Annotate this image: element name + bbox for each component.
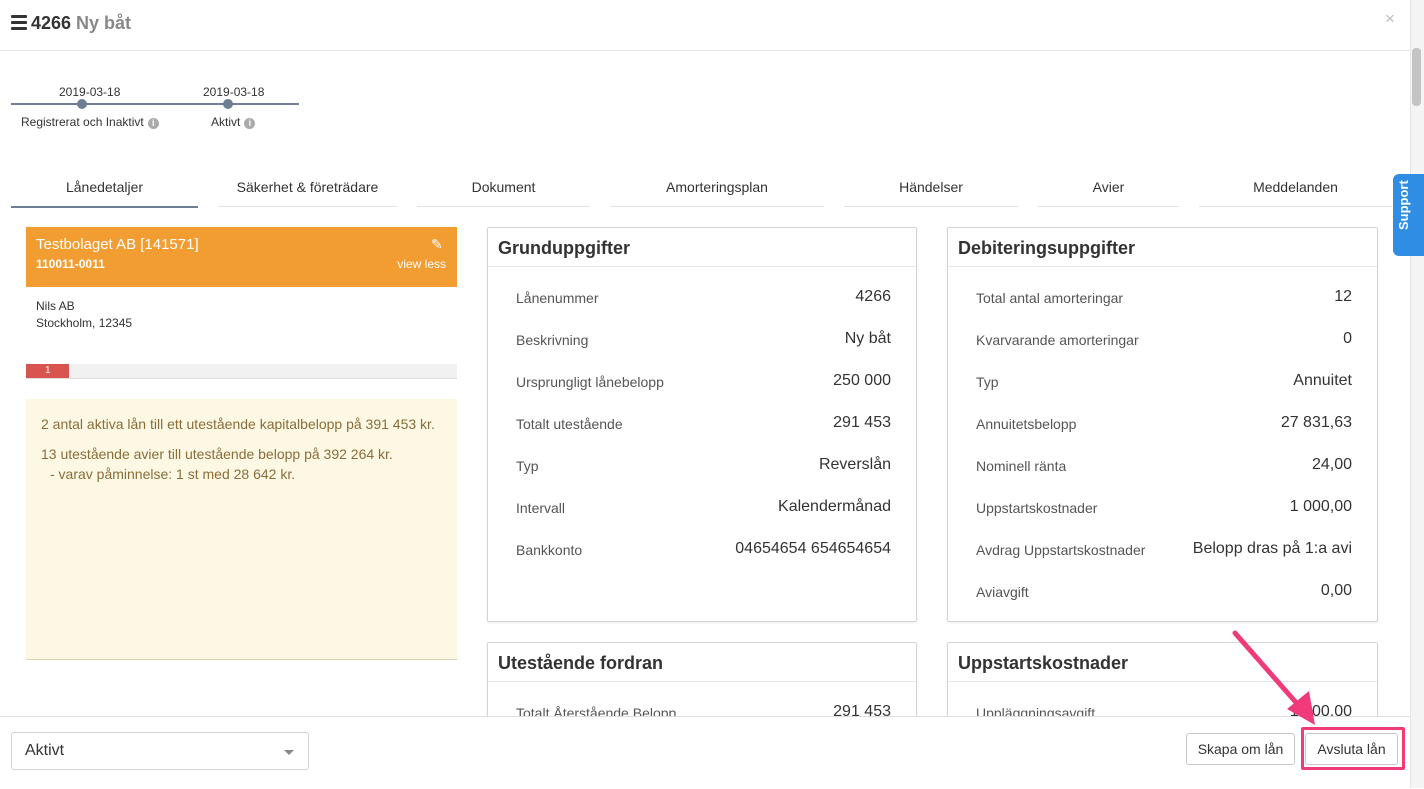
detail-label: Kvarvarande amorteringar: [976, 332, 1139, 348]
panel-title: Uppstartskostnader: [958, 653, 1129, 673]
detail-row: Annuitetsbelopp 27 831,63: [976, 414, 1352, 434]
detail-row: Ursprungligt lånebelopp 250 000: [516, 372, 891, 392]
detail-value: 0,00: [1320, 582, 1352, 599]
panel-title: Utestående fordran: [498, 653, 664, 673]
detail-value: Ny båt: [844, 330, 891, 347]
detail-row: Intervall Kalendermånad: [516, 498, 891, 518]
debiteringsuppgifter-panel: Debiteringsuppgifter Total antal amorter…: [947, 227, 1378, 622]
tab-amorteringsplan[interactable]: Amorteringsplan: [610, 172, 824, 207]
detail-label: Lånenummer: [516, 290, 599, 306]
detail-label: Annuitetsbelopp: [976, 416, 1077, 432]
status-select-value: Aktivt: [25, 742, 65, 759]
warning-line-1: 2 antal aktiva lån till ett utestående k…: [41, 416, 435, 432]
detail-value: 0: [1343, 330, 1352, 347]
detail-row: Aviavgift 0,00: [976, 582, 1352, 602]
detail-value: 04654654 654654654: [735, 540, 891, 557]
detail-row: Lånenummer 4266: [516, 288, 891, 308]
detail-value: 24,00: [1311, 456, 1352, 473]
customer-card: Testbolaget AB [141571] 110011-0011 ✎ vi…: [26, 227, 457, 287]
grunduppgifter-panel: Grunduppgifter Lånenummer 4266 Beskrivning…: [487, 227, 917, 622]
timeline-dot-registered: [77, 99, 87, 109]
detail-label: Totalt utestående: [516, 416, 623, 432]
loan-name-title: Ny båt: [76, 13, 132, 33]
loan-progress-fill: 1: [26, 364, 70, 378]
timeline-dot-active: [223, 99, 233, 109]
detail-row: Kvarvarande amorteringar 0: [976, 330, 1352, 350]
detail-row: Typ Annuitet: [976, 372, 1352, 392]
tab-handelser[interactable]: Händelser: [844, 172, 1018, 207]
tab-sakerhet[interactable]: Säkerhet & företrädare: [218, 172, 397, 207]
tab-meddelanden[interactable]: Meddelanden: [1199, 172, 1392, 207]
detail-value: 27 831,63: [1280, 414, 1352, 431]
detail-row: Totalt utestående 291 453: [516, 414, 891, 434]
detail-label: Ursprungligt lånebelopp: [516, 374, 664, 390]
detail-row: Total antal amorteringar 12: [976, 288, 1352, 308]
detail-label: Typ: [516, 458, 539, 474]
chevron-down-icon: [284, 750, 294, 755]
detail-row: Uppstartskostnader 1 000,00: [976, 498, 1352, 518]
detail-label: Intervall: [516, 500, 566, 516]
detail-value: 291 453: [833, 414, 891, 431]
detail-value: Belopp dras på 1:a avi: [1192, 540, 1352, 557]
scrollbar-track[interactable]: [1410, 0, 1424, 788]
annotation-arrow-icon: [1232, 630, 1315, 725]
detail-row: Avdrag Uppstartskostnader Belopp dras på …: [976, 540, 1352, 560]
support-tab[interactable]: Support: [1393, 174, 1424, 256]
scrollbar-thumb[interactable]: [1412, 48, 1421, 106]
address-line-2: Stockholm, 12345: [36, 316, 133, 330]
detail-label: Nominell ränta: [976, 458, 1067, 474]
warning-line-2: 13 utestående avier till utestående belo…: [41, 446, 393, 462]
tab-avier[interactable]: Avier: [1038, 172, 1179, 207]
panel-title: Debiteringsuppgifter: [958, 238, 1136, 258]
detail-value: 1 000,00: [1289, 498, 1352, 515]
info-icon[interactable]: i: [147, 118, 159, 129]
detail-label: Beskrivning: [516, 332, 589, 348]
loan-status-select[interactable]: Aktivt: [11, 732, 309, 770]
detail-label: Total antal amorteringar: [976, 290, 1124, 306]
timeline-label-active: Aktivt i: [211, 115, 256, 129]
address-line-1: Nils AB: [36, 299, 75, 313]
tab-dokument[interactable]: Dokument: [417, 172, 590, 207]
customer-id: 110011-0011: [36, 257, 105, 271]
timeline-date-registered: 2019-03-18: [59, 85, 121, 99]
detail-row: Nominell ränta 24,00: [976, 456, 1352, 476]
detail-value: Kalendermånad: [778, 498, 891, 515]
loan-progress-bar: 1: [26, 364, 457, 379]
detail-label: Typ: [976, 374, 999, 390]
detail-value: 250 000: [833, 372, 891, 389]
restructure-loan-button[interactable]: Skapa om lån: [1186, 733, 1295, 765]
support-label: Support: [1396, 180, 1411, 230]
loan-number-title: 4266: [31, 13, 72, 33]
view-less-link[interactable]: view less: [397, 257, 446, 271]
detail-row: Beskrivning Ny båt: [516, 330, 891, 350]
highlight-box: [1301, 727, 1405, 770]
tab-lanedetaljer[interactable]: Lånedetaljer: [11, 172, 198, 208]
detail-value: Annuitet: [1293, 372, 1352, 389]
detail-value: Reverslån: [818, 456, 891, 473]
detail-label: Aviavgift: [976, 584, 1029, 600]
warning-box: 2 antal aktiva lån till ett utestående k…: [26, 399, 457, 660]
warning-line-3: - varav påminnelse: 1 st med 28 642 kr.: [50, 466, 296, 482]
detail-row: Bankkonto 04654654 654654654: [516, 540, 891, 560]
detail-value: 12: [1334, 288, 1352, 305]
detail-label: Bankkonto: [516, 542, 583, 558]
detail-value: 4266: [855, 288, 891, 305]
detail-label: Avdrag Uppstartskostnader: [976, 542, 1146, 558]
detail-row: Typ Reverslån: [516, 456, 891, 476]
customer-name: Testbolaget AB [141571]: [36, 236, 199, 253]
timeline-label-registered: Registrerat och Inaktivt i: [21, 115, 159, 129]
panel-title: Grunduppgifter: [498, 238, 630, 258]
timeline-date-active: 2019-03-18: [203, 85, 265, 99]
close-icon[interactable]: ×: [1385, 9, 1395, 29]
header-bar: 4266 Ny båt ×: [0, 0, 1410, 51]
detail-label: Uppstartskostnader: [976, 500, 1098, 516]
status-timeline: [11, 103, 299, 105]
info-icon[interactable]: i: [244, 118, 256, 129]
edit-icon[interactable]: ✎: [431, 236, 443, 253]
menu-icon[interactable]: [11, 15, 27, 31]
